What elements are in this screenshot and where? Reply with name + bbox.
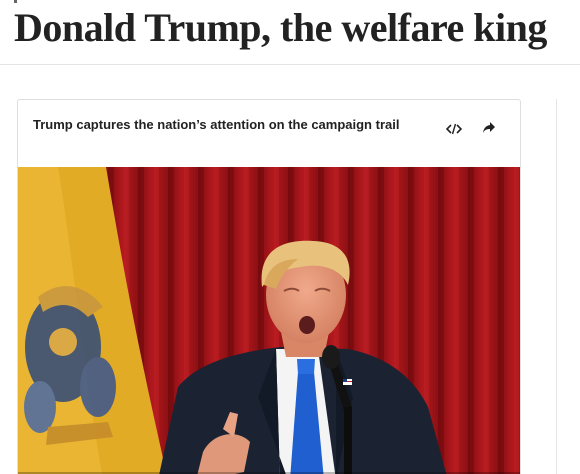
share-arrow-icon[interactable] bbox=[482, 121, 496, 135]
article-headline: Donald Trump, the welfare king bbox=[14, 5, 547, 50]
headline-divider bbox=[0, 64, 580, 65]
video-card: Trump captures the nation’s attention on… bbox=[17, 99, 521, 474]
embed-code-icon[interactable] bbox=[445, 122, 463, 136]
video-thumbnail[interactable] bbox=[18, 167, 520, 474]
video-card-header: Trump captures the nation’s attention on… bbox=[18, 100, 520, 167]
speaker-at-podium-photo bbox=[18, 167, 520, 474]
video-title[interactable]: Trump captures the nation’s attention on… bbox=[33, 117, 433, 133]
sidebar-divider bbox=[556, 99, 557, 474]
